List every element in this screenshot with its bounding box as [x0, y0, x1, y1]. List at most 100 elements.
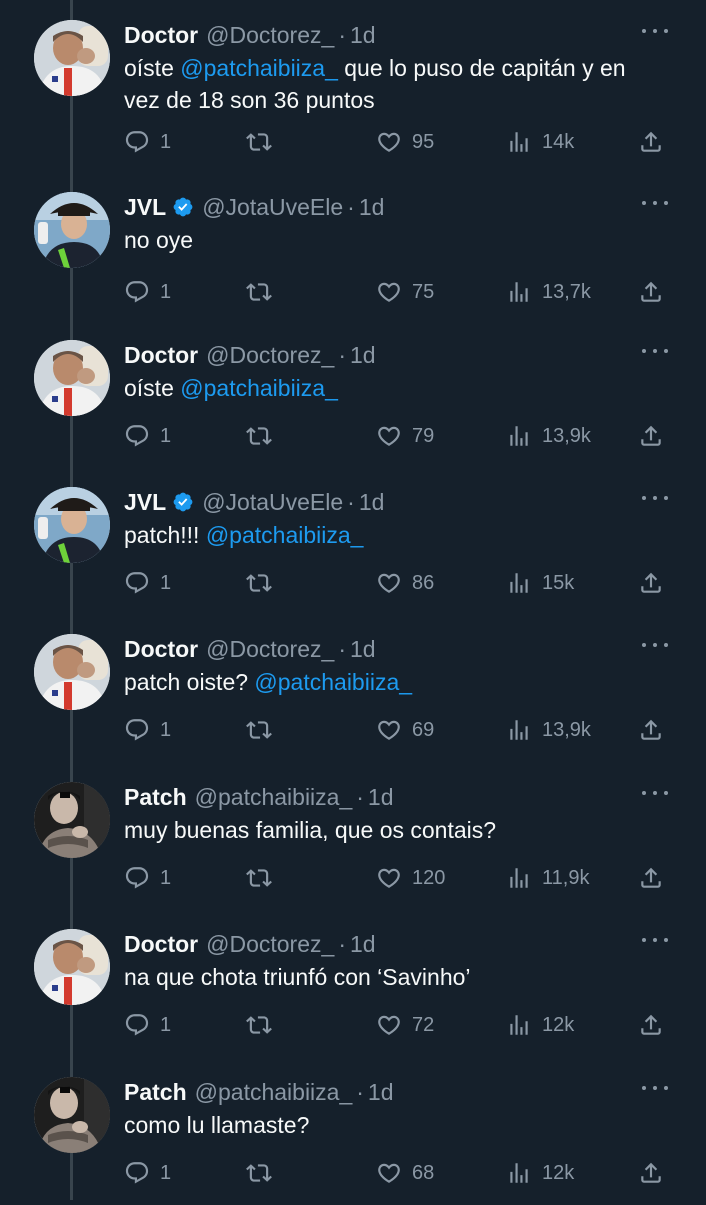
share-button[interactable] — [638, 122, 664, 162]
retweet-button[interactable] — [246, 710, 272, 750]
user-handle[interactable]: @Doctorez_ — [206, 22, 334, 49]
more-icon[interactable] — [642, 788, 668, 798]
user-handle[interactable]: @Doctorez_ — [206, 342, 334, 369]
retweet-button[interactable] — [246, 1153, 272, 1193]
mention-link[interactable]: @patchaibiiza_ — [254, 669, 412, 695]
like-button[interactable]: 120 — [376, 858, 445, 898]
views-button[interactable]: 13,9k — [506, 710, 591, 750]
reply-button[interactable]: 1 — [124, 1153, 171, 1193]
more-icon[interactable] — [642, 640, 668, 650]
share-button[interactable] — [638, 416, 664, 456]
avatar[interactable] — [34, 1077, 110, 1153]
user-handle[interactable]: @patchaibiiza_ — [195, 784, 353, 811]
like-button[interactable]: 79 — [376, 416, 434, 456]
retweet-button[interactable] — [246, 416, 272, 456]
user-handle[interactable]: @patchaibiiza_ — [195, 1079, 353, 1106]
timestamp[interactable]: 1d — [350, 342, 376, 369]
timestamp[interactable]: 1d — [359, 489, 385, 516]
retweet-button[interactable] — [246, 1005, 272, 1045]
tweet[interactable]: JVL @JotaUveEle · 1d patch!!! @patchaibiiza_… — [0, 467, 706, 615]
more-icon[interactable] — [642, 493, 668, 503]
views-button[interactable]: 11,9k — [506, 858, 589, 898]
display-name[interactable]: Doctor — [124, 342, 198, 369]
avatar[interactable] — [34, 782, 110, 858]
like-button[interactable]: 68 — [376, 1153, 434, 1193]
reply-button[interactable]: 1 — [124, 416, 171, 456]
avatar[interactable] — [34, 634, 110, 710]
display-name[interactable]: JVL — [124, 489, 166, 516]
mention-link[interactable]: @patchaibiiza_ — [206, 522, 364, 548]
display-name[interactable]: Doctor — [124, 22, 198, 49]
avatar[interactable] — [34, 20, 110, 96]
tweet-header: Patch @patchaibiiza_ · 1d — [124, 1077, 394, 1107]
timestamp[interactable]: 1d — [350, 931, 376, 958]
reply-button[interactable]: 1 — [124, 272, 171, 312]
reply-button[interactable]: 1 — [124, 563, 171, 603]
tweet[interactable]: Doctor @Doctorez_ · 1d oíste @patchaibiiza_ … — [0, 0, 706, 153]
more-icon[interactable] — [642, 346, 668, 356]
timestamp[interactable]: 1d — [368, 1079, 394, 1106]
share-button[interactable] — [638, 858, 664, 898]
reply-button[interactable]: 1 — [124, 710, 171, 750]
tweet[interactable]: Patch @patchaibiiza_ · 1d como lu llamaste? 1… — [0, 1057, 706, 1205]
share-button[interactable] — [638, 272, 664, 312]
views-button[interactable]: 14k — [506, 122, 574, 162]
reply-button[interactable]: 1 — [124, 858, 171, 898]
like-button[interactable]: 95 — [376, 122, 434, 162]
display-name[interactable]: Patch — [124, 1079, 187, 1106]
like-button[interactable]: 69 — [376, 710, 434, 750]
timestamp[interactable]: 1d — [359, 194, 385, 221]
share-button[interactable] — [638, 710, 664, 750]
avatar[interactable] — [34, 192, 110, 268]
user-handle[interactable]: @JotaUveEle — [202, 194, 343, 221]
more-icon[interactable] — [642, 198, 668, 208]
mention-link[interactable]: @patchaibiiza_ — [180, 375, 338, 401]
like-button[interactable]: 75 — [376, 272, 434, 312]
display-name[interactable]: Patch — [124, 784, 187, 811]
views-count: 14k — [542, 130, 575, 153]
avatar[interactable] — [34, 929, 110, 1005]
tweet-header: JVL @JotaUveEle · 1d — [124, 192, 384, 222]
retweet-button[interactable] — [246, 272, 272, 312]
retweet-icon — [246, 279, 272, 305]
views-button[interactable]: 12k — [506, 1153, 574, 1193]
user-handle[interactable]: @Doctorez_ — [206, 636, 334, 663]
retweet-icon — [246, 1012, 272, 1038]
tweet[interactable]: JVL @JotaUveEle · 1d no oye 1 75 13,7k — [0, 172, 706, 320]
reply-button[interactable]: 1 — [124, 122, 171, 162]
action-bar: 1 75 13,7k — [124, 272, 674, 312]
avatar[interactable] — [34, 340, 110, 416]
views-button[interactable]: 13,9k — [506, 416, 591, 456]
timestamp[interactable]: 1d — [350, 22, 376, 49]
more-icon[interactable] — [642, 1083, 668, 1093]
retweet-button[interactable] — [246, 122, 272, 162]
tweet[interactable]: Doctor @Doctorez_ · 1d patch oiste? @patchai… — [0, 614, 706, 762]
share-button[interactable] — [638, 1005, 664, 1045]
retweet-button[interactable] — [246, 858, 272, 898]
tweet[interactable]: Patch @patchaibiiza_ · 1d muy buenas familia… — [0, 762, 706, 910]
like-button[interactable]: 86 — [376, 563, 434, 603]
views-button[interactable]: 13,7k — [506, 272, 591, 312]
user-handle[interactable]: @JotaUveEle — [202, 489, 343, 516]
mention-link[interactable]: @patchaibiiza_ — [180, 55, 338, 81]
share-button[interactable] — [638, 1153, 664, 1193]
tweet[interactable]: Doctor @Doctorez_ · 1d na que chota triunfó … — [0, 909, 706, 1057]
text-segment: na que chota triunfó con ‘Savinho’ — [124, 964, 471, 990]
retweet-button[interactable] — [246, 563, 272, 603]
like-button[interactable]: 72 — [376, 1005, 434, 1045]
user-handle[interactable]: @Doctorez_ — [206, 931, 334, 958]
display-name[interactable]: Doctor — [124, 931, 198, 958]
more-icon[interactable] — [642, 26, 668, 36]
separator-dot: · — [338, 930, 346, 957]
more-icon[interactable] — [642, 935, 668, 945]
timestamp[interactable]: 1d — [368, 784, 394, 811]
display-name[interactable]: JVL — [124, 194, 166, 221]
views-button[interactable]: 12k — [506, 1005, 574, 1045]
tweet[interactable]: Doctor @Doctorez_ · 1d oíste @patchaibiiza_ 1… — [0, 320, 706, 468]
reply-button[interactable]: 1 — [124, 1005, 171, 1045]
views-button[interactable]: 15k — [506, 563, 574, 603]
share-button[interactable] — [638, 563, 664, 603]
display-name[interactable]: Doctor — [124, 636, 198, 663]
timestamp[interactable]: 1d — [350, 636, 376, 663]
avatar[interactable] — [34, 487, 110, 563]
